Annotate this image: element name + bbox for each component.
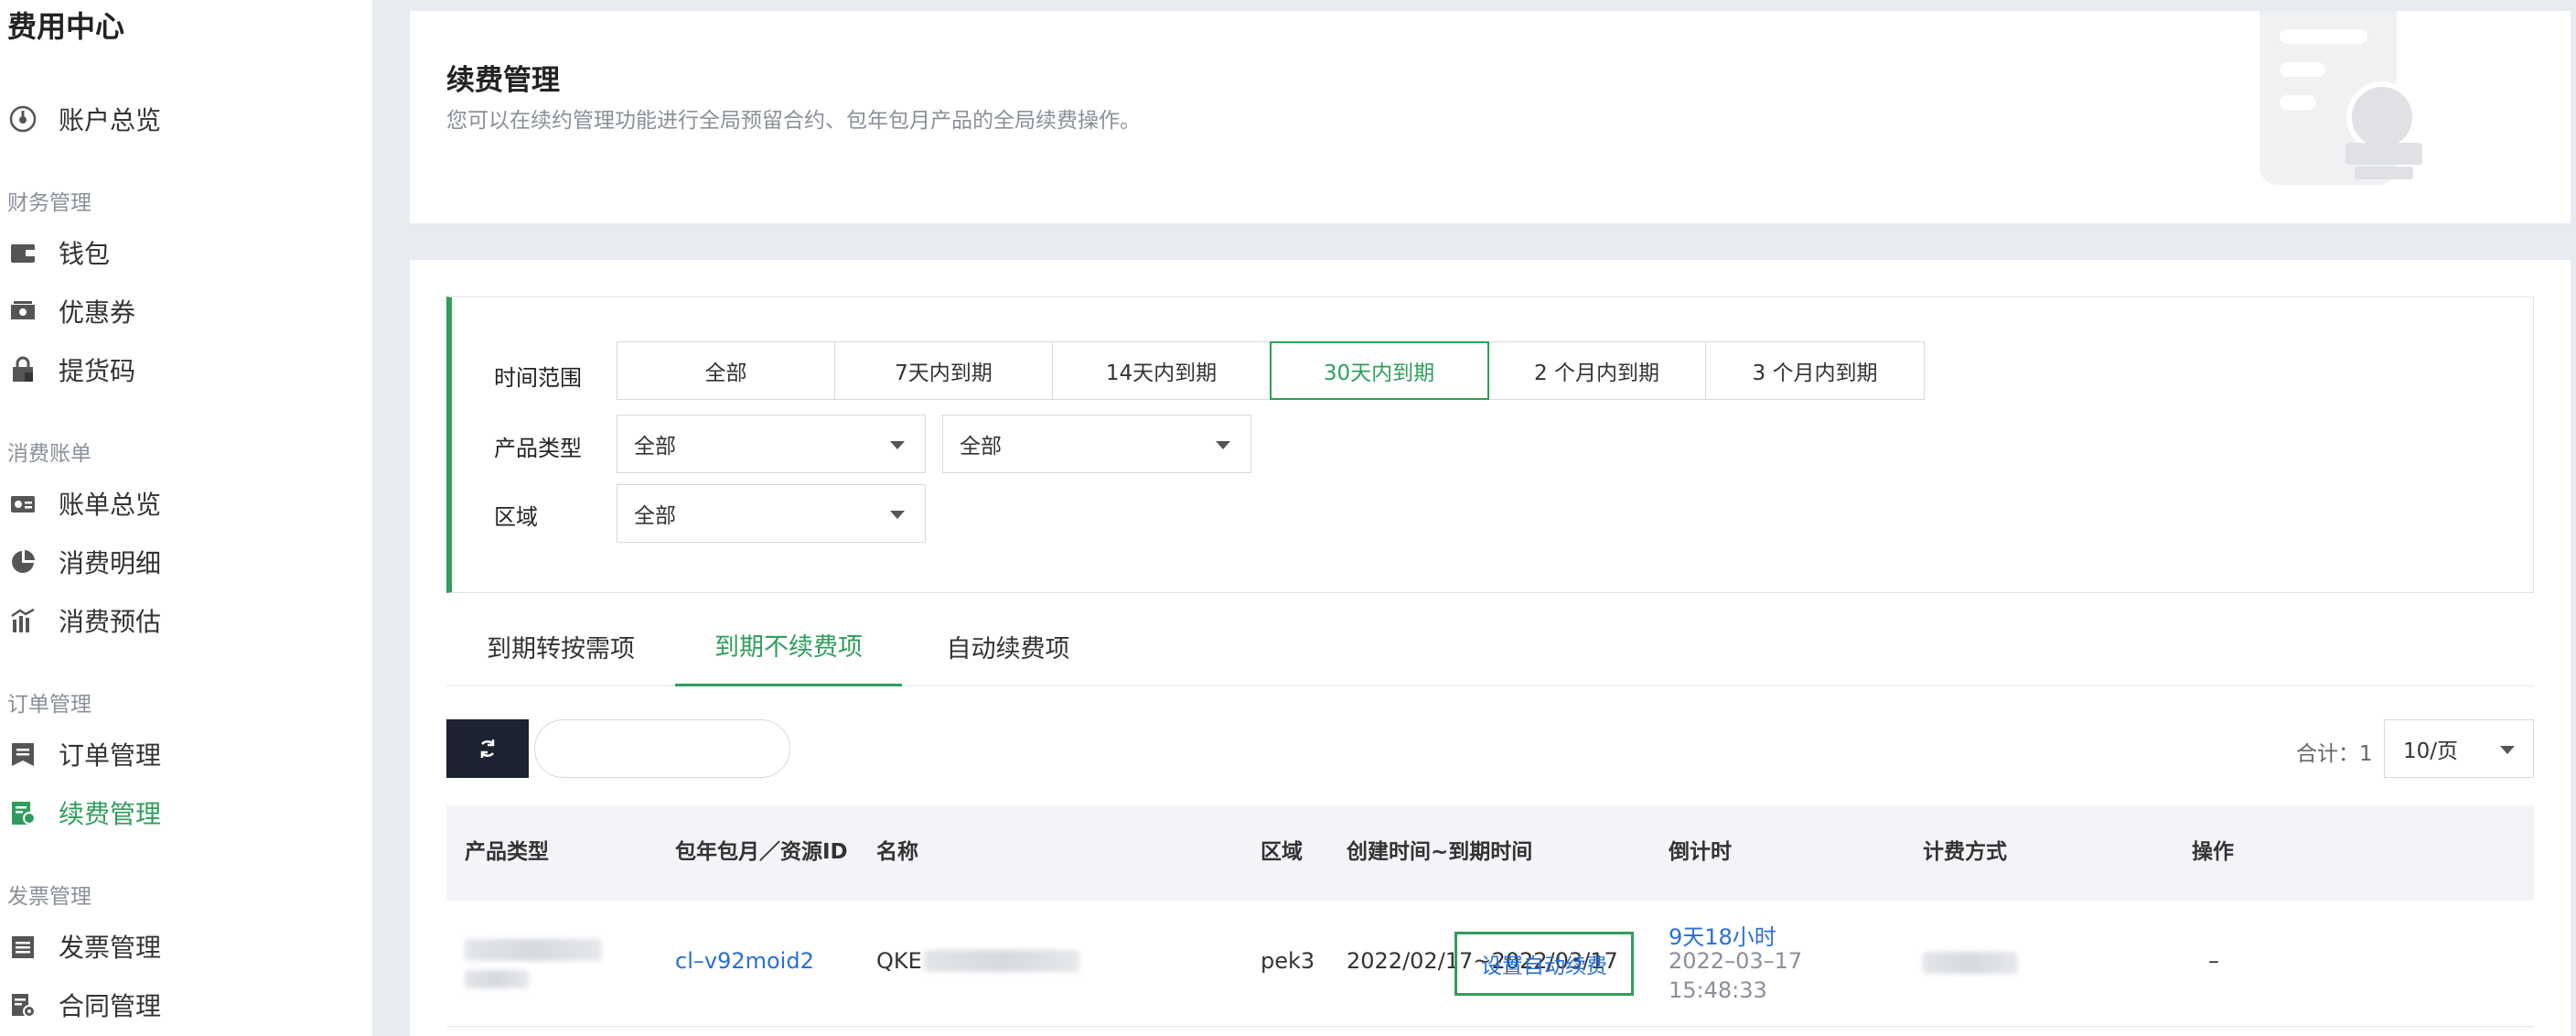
sidebar-item-coupon[interactable]: 优惠券 (7, 289, 135, 333)
time-range-option-14d[interactable]: 14天内到期 (1053, 342, 1271, 399)
dashboard-icon (7, 103, 38, 135)
caret-down-icon (1216, 441, 1230, 449)
column-header-region: 区域 (1261, 840, 1303, 865)
region-cell: pek3 (1261, 948, 1315, 974)
product-type-label: 产品类型 (494, 436, 582, 461)
page-size-value: 10/页 (2403, 739, 2459, 763)
tab-auto-renew[interactable]: 自动续费项 (902, 606, 1114, 686)
sidebar-item-label: 钱包 (59, 239, 111, 269)
search-input[interactable] (534, 719, 790, 778)
dash-text: – (2208, 948, 2219, 974)
contract-gear-icon (7, 989, 38, 1020)
resource-id-link[interactable]: cl–v92moid2 (675, 948, 814, 974)
tab-expire-no-renew[interactable]: 到期不续费项 (675, 606, 902, 686)
caret-down-icon (2500, 746, 2515, 754)
sidebar-item-wallet[interactable]: 钱包 (7, 231, 110, 275)
region-label: 区域 (494, 504, 538, 530)
time-range-option-all[interactable]: 全部 (617, 342, 835, 399)
contract-illustration-icon (2259, 11, 2422, 185)
sidebar-title: 费用中心 (7, 9, 125, 44)
sidebar-item-label: 账单总览 (59, 490, 162, 520)
time-range-option-30d[interactable]: 30天内到期 (1270, 341, 1489, 400)
resource-name-cell: QKE (876, 948, 1079, 974)
caret-down-icon (890, 511, 905, 519)
caret-down-icon (890, 441, 905, 449)
time-range-option-2m[interactable]: 2 个月内到期 (1488, 342, 1706, 399)
product-type-redacted (465, 939, 602, 961)
sidebar-item-label: 发票管理 (59, 933, 162, 963)
sidebar-item-consumption-estimate[interactable]: 消费预估 (7, 599, 161, 642)
column-header-time: 创建时间~到期时间 (1347, 840, 1533, 865)
sidebar-group-finance: 财务管理 (7, 191, 91, 215)
sidebar-group-invoice: 发票管理 (7, 885, 91, 909)
table-row: cl–v92moid2 QKE pek3 2022/02/17~2022/03/… (446, 901, 2534, 1027)
resource-name-redacted (923, 950, 1079, 972)
sidebar-item-label: 优惠券 (59, 297, 136, 328)
product-type-select-secondary[interactable]: 全部 (942, 415, 1251, 473)
tab-expire-to-on-demand[interactable]: 到期转按需项 (446, 606, 675, 686)
sidebar-item-label: 提货码 (59, 356, 136, 386)
time-range-segmented-control: 全部 7天内到期 14天内到期 30天内到期 2 个月内到期 3 个月内到期 (617, 341, 1925, 400)
sidebar-item-label: 消费预估 (59, 607, 162, 637)
pie-chart-icon (7, 546, 38, 577)
sidebar-item-account-overview[interactable]: 账户总览 (7, 97, 161, 141)
resource-name-prefix: QKE (876, 948, 922, 974)
sidebar-group-orders: 订单管理 (7, 693, 91, 717)
refresh-icon (480, 739, 495, 758)
column-header-action: 操作 (2192, 840, 2234, 865)
sidebar-item-contract-management[interactable]: 合同管理 (7, 983, 161, 1027)
expire-time: 15:48:33 (1669, 977, 1767, 1003)
product-type-select-primary[interactable]: 全部 (617, 415, 926, 473)
sidebar-group-billing: 消费账单 (7, 442, 91, 466)
invoice-icon (7, 931, 38, 962)
sidebar-item-consumption-detail[interactable]: 消费明细 (7, 540, 161, 584)
order-icon (7, 739, 38, 770)
sidebar-item-label: 账户总览 (59, 105, 162, 135)
select-value: 全部 (634, 435, 676, 459)
sidebar-item-label: 续费管理 (59, 799, 162, 829)
set-auto-renew-button[interactable]: 设置自动续费 (1454, 932, 1634, 996)
countdown-value: 9天18小时 (1669, 924, 1776, 950)
bar-chart-icon (7, 605, 38, 636)
page-title: 续费管理 (446, 64, 560, 97)
sidebar-item-pickup-code[interactable]: 提货码 (7, 348, 135, 392)
total-count: 合计：1 (2296, 742, 2373, 766)
sidebar-item-renewal-management[interactable]: 续费管理 (7, 791, 161, 835)
select-value: 全部 (634, 504, 676, 528)
sidebar: 费用中心 账户总览 财务管理 钱包 优惠券 提货码 消费账单 账单总览 消费明细… (0, 0, 373, 1036)
coupon-icon (7, 296, 38, 327)
tab-bar: 到期转按需项 到期不续费项 自动续费项 (446, 606, 2534, 686)
product-type-redacted (465, 970, 529, 988)
column-header-name: 名称 (876, 840, 918, 865)
sidebar-item-label: 消费明细 (59, 548, 162, 578)
column-header-product-type: 产品类型 (465, 840, 549, 865)
sidebar-item-label: 订单管理 (59, 740, 162, 771)
select-value: 全部 (960, 435, 1002, 459)
sidebar-item-order-management[interactable]: 订单管理 (7, 732, 161, 776)
bill-card-icon (7, 488, 38, 519)
table-header: 产品类型 包年包月／资源ID 名称 区域 创建时间~到期时间 倒计时 计费方式 … (446, 805, 2534, 901)
column-header-resource-id: 包年包月／资源ID (675, 840, 848, 865)
sidebar-item-label: 合同管理 (59, 991, 162, 1021)
page-size-select[interactable]: 10/页 (2384, 719, 2534, 778)
time-range-option-7d[interactable]: 7天内到期 (835, 342, 1053, 399)
page-header: 续费管理 您可以在续约管理功能进行全局预留合约、包年包月产品的全局续费操作。 (410, 11, 2571, 223)
renew-icon (7, 797, 38, 828)
main-panel: 时间范围 全部 7天内到期 14天内到期 30天内到期 2 个月内到期 3 个月… (410, 260, 2571, 1036)
column-header-countdown: 倒计时 (1669, 840, 1732, 865)
region-select[interactable]: 全部 (617, 484, 926, 543)
wallet-icon (7, 237, 38, 268)
filter-panel: 时间范围 全部 7天内到期 14天内到期 30天内到期 2 个月内到期 3 个月… (446, 297, 2534, 593)
sidebar-item-invoice-management[interactable]: 发票管理 (7, 924, 161, 968)
expire-date: 2022–03–17 (1669, 948, 1803, 974)
time-range-option-3m[interactable]: 3 个月内到期 (1706, 342, 1924, 399)
refresh-button[interactable] (446, 719, 529, 778)
sidebar-item-bill-overview[interactable]: 账单总览 (7, 481, 161, 525)
lock-bag-icon (7, 354, 38, 385)
page-description: 您可以在续约管理功能进行全局预留合约、包年包月产品的全局续费操作。 (446, 109, 1141, 133)
time-range-label: 时间范围 (494, 365, 582, 391)
column-header-billing: 计费方式 (1923, 840, 2007, 865)
billing-method-redacted (1923, 952, 2018, 974)
